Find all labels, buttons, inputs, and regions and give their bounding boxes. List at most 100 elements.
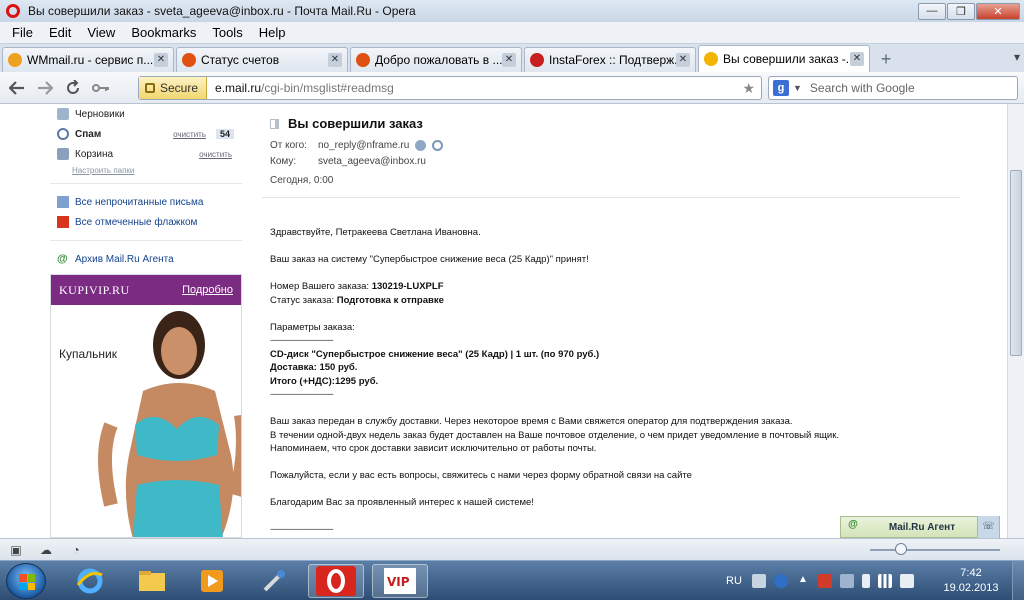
envelope-icon [57, 196, 69, 208]
tab-close-icon[interactable]: ✕ [328, 53, 342, 67]
tab-wmmail[interactable]: WMmail.ru - сервис п... ✕ [2, 47, 174, 72]
search-engine-chevron-icon[interactable]: ▼ [793, 83, 802, 93]
forward-arrow-icon [38, 80, 53, 95]
bookmark-star-icon[interactable]: ★ [742, 80, 755, 97]
keyboard-icon[interactable] [751, 574, 766, 588]
zoom-slider-track[interactable] [870, 549, 1000, 551]
scrollbar-thumb[interactable] [1010, 170, 1022, 356]
flagged-letters-link[interactable]: Все отмеченные флажком [50, 212, 242, 232]
start-button[interactable] [6, 563, 46, 599]
network-signal-icon[interactable] [877, 574, 892, 588]
tab-status-schetov[interactable]: Статус счетов ✕ [176, 47, 348, 72]
vip-icon: VIP [384, 568, 416, 594]
secure-badge[interactable]: Secure [139, 77, 208, 99]
drafts-icon [57, 108, 69, 120]
volume-icon[interactable] [899, 574, 914, 588]
address-bar[interactable]: Secure e.mail.ru/cgi-bin/msglist#readmsg… [138, 76, 762, 100]
folder-settings-link[interactable]: Настроить папки [72, 166, 242, 175]
new-tab-button[interactable]: + [876, 49, 896, 69]
battery-icon[interactable] [861, 574, 870, 588]
tab-active-mail[interactable]: Вы совершили заказ -... ✕ [698, 45, 870, 72]
tab-list-chevron-icon[interactable]: ▾ [1014, 50, 1020, 64]
url-text[interactable]: e.mail.ru/cgi-bin/msglist#readmsg [207, 81, 742, 95]
link-label: Архив Mail.Ru Агента [75, 253, 174, 265]
taskbar-explorer[interactable] [124, 564, 180, 598]
phone-icon[interactable]: ☏ [977, 516, 999, 538]
tab-close-icon[interactable]: ✕ [850, 52, 864, 66]
taskbar-media-player[interactable] [184, 564, 240, 598]
help-icon[interactable] [773, 574, 788, 588]
action-center-flag-icon[interactable] [817, 574, 832, 588]
menu-edit[interactable]: Edit [41, 25, 79, 40]
clear-trash-link[interactable]: очистить [199, 150, 232, 159]
lock-icon [145, 83, 155, 93]
flag-outline-icon[interactable] [270, 118, 279, 129]
kupivip-ad-banner[interactable]: KUPIVIP.RU Подробно Купальник [50, 274, 242, 538]
zoom-slider-knob[interactable] [895, 543, 907, 555]
forward-button[interactable] [34, 77, 56, 99]
url-host: e.mail.ru [215, 81, 262, 95]
tab-close-icon[interactable]: ✕ [502, 53, 516, 67]
google-icon[interactable]: g [773, 80, 789, 96]
clock-time: 7:42 [960, 567, 982, 579]
agent-archive-link[interactable]: @ Архив Mail.Ru Агента [50, 249, 242, 269]
taskbar-internet-explorer[interactable] [62, 564, 118, 598]
minimize-button[interactable]: — [918, 2, 946, 20]
tray-chevron-icon[interactable]: ▲ [796, 574, 810, 588]
close-button[interactable]: ✕ [976, 2, 1020, 20]
turbo-icon[interactable]: ◔ [68, 543, 84, 557]
taskbar-vip-app[interactable]: VIP [372, 564, 428, 598]
link-label: Все отмеченные флажком [75, 216, 198, 228]
reload-icon [67, 79, 79, 94]
from-address[interactable]: no_reply@nframe.ru [318, 140, 409, 151]
sidebar-item-spam[interactable]: Спам очистить 54 [50, 124, 242, 144]
taskbar-opera[interactable] [308, 564, 364, 598]
taskbar-app-tools[interactable] [246, 564, 302, 598]
maximize-button[interactable]: ❐ [947, 2, 975, 20]
sidebar-item-trash[interactable]: Корзина очистить [50, 144, 242, 164]
speed-dial-icon[interactable]: ☁ [38, 543, 54, 557]
page-scrollbar[interactable] [1007, 104, 1024, 538]
unread-letters-link[interactable]: Все непрочитанные письма [50, 192, 242, 212]
tab-close-icon[interactable]: ✕ [676, 53, 690, 67]
add-contact-icon[interactable] [415, 140, 427, 151]
red-flag-icon [57, 216, 69, 228]
ad-more-link[interactable]: Подробно [182, 284, 233, 296]
message-view: Вы совершили заказ От кого: no_reply@nfr… [262, 104, 960, 538]
menu-help[interactable]: Help [251, 25, 294, 40]
to-row: Кому: sveta_ageeva@inbox.ru [270, 156, 426, 167]
search-box[interactable]: g ▼ Search with Google [768, 76, 1018, 100]
navigation-bar: Secure e.mail.ru/cgi-bin/msglist#readmsg… [0, 72, 1024, 104]
wmmail-favicon-icon [8, 53, 22, 67]
search-sender-icon[interactable] [432, 140, 444, 151]
internet-explorer-icon [76, 568, 103, 594]
mailru-agent-widget[interactable]: @ Mail.Ru Агент ☏ [840, 516, 1000, 538]
tab-instaforex[interactable]: InstaForex :: Подтверж... ✕ [524, 47, 696, 72]
reload-button[interactable] [62, 77, 84, 99]
menu-view[interactable]: View [79, 25, 123, 40]
url-path: /cgi-bin/msglist#readmsg [261, 81, 394, 95]
panel-toggle-icon[interactable]: ▣ [8, 543, 24, 557]
back-button[interactable] [6, 77, 28, 99]
tab-label: Добро пожаловать в ... [375, 53, 502, 67]
key-button[interactable] [90, 77, 112, 99]
language-indicator[interactable]: RU [726, 575, 742, 587]
agent-label: Mail.Ru Агент [888, 521, 956, 533]
tab-label: Вы совершили заказ -... [723, 52, 850, 66]
system-tray: RU ▲ [726, 561, 922, 600]
tab-dobro-pozhalovat[interactable]: Добро пожаловать в ... ✕ [350, 47, 522, 72]
menu-bookmarks[interactable]: Bookmarks [123, 25, 204, 40]
order-status-line: Статус заказа: Подготовка к отправке [270, 294, 950, 308]
mailru-favicon-icon [704, 52, 718, 66]
sidebar-item-drafts[interactable]: Черновики [50, 104, 242, 124]
swimsuit-model-image [98, 311, 241, 537]
tab-label: WMmail.ru - сервис п... [27, 53, 154, 67]
system-clock[interactable]: 7:42 19.02.2013 [936, 566, 1006, 596]
menu-tools[interactable]: Tools [204, 25, 250, 40]
display-icon[interactable] [839, 574, 854, 588]
clear-spam-link[interactable]: очистить [173, 130, 206, 139]
menu-file[interactable]: File [4, 25, 41, 40]
tab-close-icon[interactable]: ✕ [154, 53, 168, 67]
show-desktop-button[interactable] [1012, 561, 1024, 600]
to-address[interactable]: sveta_ageeva@inbox.ru [318, 156, 426, 167]
